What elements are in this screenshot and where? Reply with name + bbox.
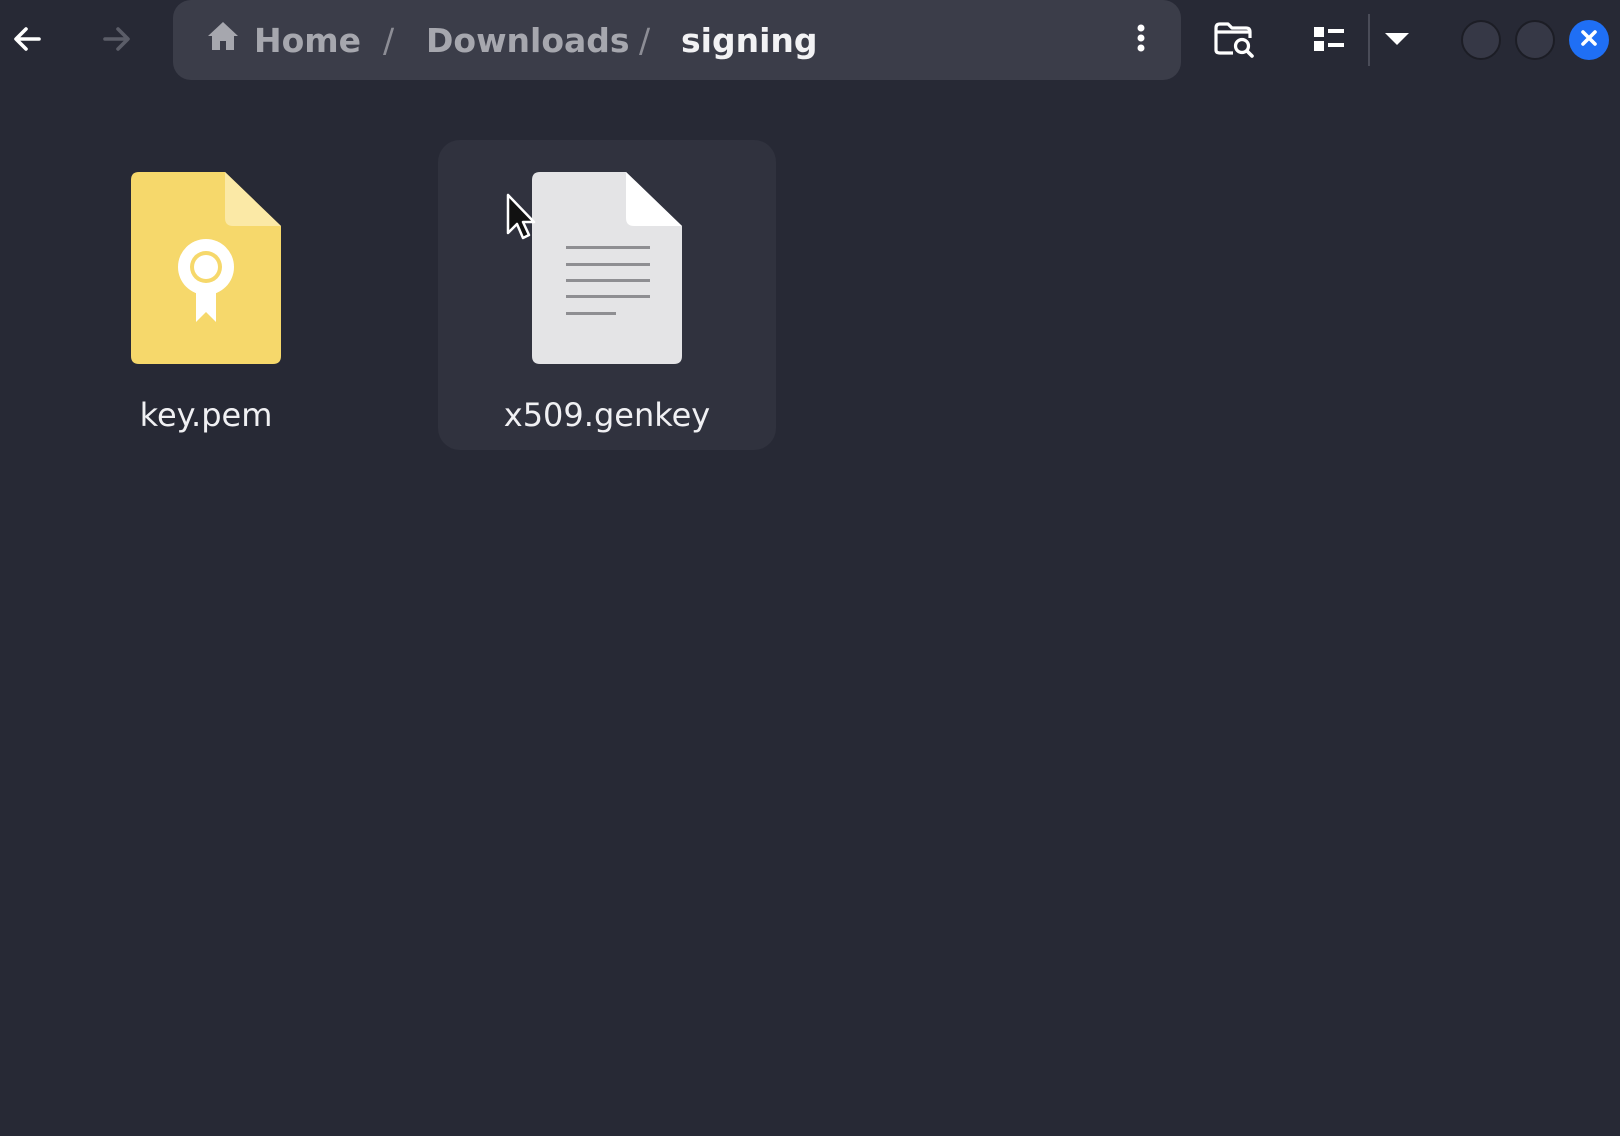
breadcrumb-home[interactable]: Home	[206, 0, 361, 80]
back-button[interactable]	[0, 14, 54, 68]
chevron-down-icon	[1384, 31, 1410, 51]
view-toggle-button[interactable]	[1302, 14, 1356, 68]
file-item-x509-genkey[interactable]: x509.genkey	[438, 140, 776, 450]
minimize-button[interactable]	[1461, 20, 1501, 60]
vertical-ellipsis-icon	[1135, 22, 1147, 58]
close-button[interactable]	[1569, 20, 1609, 60]
breadcrumb-separator: /	[383, 20, 395, 60]
arrow-right-icon	[101, 23, 133, 59]
file-name: key.pem	[139, 396, 273, 434]
list-view-icon	[1313, 25, 1345, 57]
breadcrumb: Home / Downloads / signing	[173, 0, 1181, 80]
maximize-button[interactable]	[1515, 20, 1555, 60]
breadcrumb-home-label: Home	[254, 20, 362, 60]
close-icon	[1579, 28, 1599, 52]
view-options-dropdown[interactable]	[1372, 14, 1422, 68]
home-icon	[206, 20, 254, 60]
path-menu-button[interactable]	[1119, 18, 1163, 62]
text-file-icon	[438, 172, 776, 364]
header-bar: Home / Downloads / signing	[0, 0, 1620, 84]
search-button[interactable]	[1207, 14, 1261, 68]
folder-search-icon	[1213, 20, 1255, 62]
file-name: x509.genkey	[503, 396, 711, 434]
file-manager-window: Home / Downloads / signing key.pem x509.…	[0, 0, 1620, 1136]
breadcrumb-downloads[interactable]: Downloads	[426, 0, 630, 80]
forward-button[interactable]	[90, 14, 144, 68]
file-item-key-pem[interactable]: key.pem	[37, 140, 375, 450]
breadcrumb-current-folder[interactable]: signing	[681, 0, 818, 80]
toolbar-divider	[1368, 14, 1370, 66]
certificate-file-icon	[37, 172, 375, 364]
breadcrumb-separator: /	[639, 20, 651, 60]
arrow-left-icon	[11, 23, 43, 59]
